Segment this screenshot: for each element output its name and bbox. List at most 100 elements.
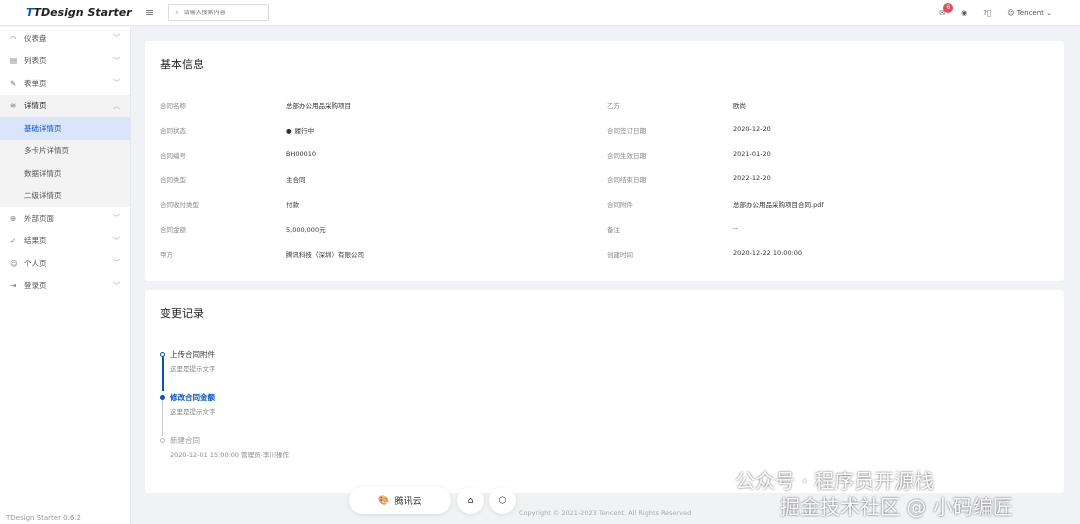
sidebar-item[interactable]: ▤ 列表页 ﹀ [0, 50, 130, 73]
layers-icon: ≋ [10, 101, 17, 111]
check-circle-icon: ✓ [10, 236, 17, 246]
sidebar-item[interactable]: ≋ 详情页 ︿ [0, 94, 130, 117]
tencent-cloud-button[interactable]: 🎨 腾讯云 [349, 487, 451, 514]
dashboard-icon: ◠ [10, 33, 17, 43]
sidebar-item[interactable]: ✓ 结果页 ﹀ [0, 230, 130, 253]
info-row: 合同状态 履行中 [160, 125, 314, 135]
chevron-down-icon: ﹀ [113, 56, 120, 65]
sidebar-item[interactable]: ◠ 仪表盘 ﹀ [0, 27, 130, 50]
store-icon: ⌂ [467, 495, 474, 506]
user-circle-icon: ☺ [10, 258, 18, 268]
info-row: 甲方 腾讯科技（深圳）有限公司 [160, 249, 364, 259]
github-icon[interactable]: ◉ [961, 9, 967, 17]
info-value: 主合同 [286, 176, 306, 185]
sidebar-item-label: 详情页 [24, 101, 47, 111]
edit-icon: ✎ [10, 78, 17, 88]
info-label: 合同签订日期 [607, 126, 646, 135]
footer-copyright: Copyright © 2021-2023 Tencent. All Right… [519, 509, 692, 517]
logout-icon: ⇥ [10, 281, 17, 291]
search-icon: ⌕ [175, 8, 179, 16]
info-row: 合同生效日期 2021-01-20 [607, 150, 771, 160]
settings-icon: ⬡ [498, 495, 507, 506]
mail-icon[interactable]: ✉ 6 [939, 2, 954, 17]
sidebar-subitem[interactable]: 基础详情页 [0, 117, 130, 140]
info-value: -- [733, 224, 738, 232]
info-label: 合同名称 [160, 102, 186, 110]
info-label: 合同状态 [160, 126, 186, 135]
sidebar-item-label: 登录页 [24, 281, 47, 291]
info-value: 履行中 [286, 125, 315, 135]
change-log-card: 变更记录 上传合同附件 这里是提示文字 修改合同金额 这里是提示文字 新建合同 … [145, 290, 1064, 493]
help-icon[interactable]: ?⃝ [983, 9, 991, 17]
chevron-down-icon: ﹀ [113, 281, 120, 290]
sidebar: ◠ 仪表盘 ﹀ ▤ 列表页 ﹀ ✎ 表单页 ﹀ ≋ 详情页 ︿ 基础详情页 多卡片详情页 数据详情页 二级详情… [0, 27, 131, 524]
palette-icon: 🎨 [378, 495, 390, 506]
info-value: BH00010 [286, 149, 317, 158]
version-label: TDesign Starter 0.6.2 [6, 514, 81, 522]
timeline-dot [160, 438, 165, 443]
sidebar-item[interactable]: ☺ 个人页 ﹀ [0, 252, 130, 275]
basic-info-card: 基本信息 合同名称 总部办公用品采购项目合同状态 履行中合同编号 BH00010 合同类… [145, 41, 1064, 281]
info-row: 合同收付类型 付款 [160, 199, 299, 209]
info-row: 合同类型 主合同 [160, 174, 306, 184]
timeline-desc: 2020-12-01 15:00:00 管理员-李川操作 [170, 451, 289, 459]
info-label: 备注 [607, 226, 620, 234]
search-input[interactable] [183, 9, 264, 16]
timeline-title: 修改合同金额 [170, 393, 215, 402]
watermark-line1: 公众号 · 程序员开源栈 [735, 469, 935, 493]
logo[interactable]: TTDesign Starter [0, 6, 132, 19]
chevron-down-icon: ﹀ [113, 236, 120, 245]
store-button[interactable]: ⌂ [457, 487, 484, 514]
info-value[interactable]: 总部办公用品采购项目合同.pdf [733, 199, 824, 209]
sidebar-subitem[interactable]: 数据详情页 [0, 162, 130, 185]
info-label: 创建时间 [607, 250, 633, 259]
info-value: 腾讯科技（深圳）有限公司 [286, 250, 364, 259]
info-row: 创建时间 2020-12-22 10:00:00 [607, 249, 802, 259]
timeline-title: 新建合同 [170, 436, 200, 445]
watermark-line2: 掘金技术社区 @ 小码编匠 [780, 495, 1013, 519]
info-value: 2020-12-20 [733, 124, 771, 133]
info-value: 5,000,000元 [286, 226, 326, 234]
section-title: 变更记录 [160, 307, 204, 320]
chevron-down-icon: ﹀ [113, 259, 120, 268]
sidebar-item-label: 结果页 [24, 236, 47, 246]
info-row: 合同金额 5,000,000元 [160, 224, 326, 234]
info-row: 合同编号 BH00010 [160, 150, 316, 160]
user-menu[interactable]: ☺ Tencent ⌄ [1007, 9, 1052, 17]
info-value: 总部办公用品采购项目 [286, 102, 351, 110]
info-label: 合同附件 [607, 201, 633, 210]
sidebar-item[interactable]: ⊕ 外部页面 ﹀ [0, 207, 130, 230]
sidebar-item-label: 仪表盘 [24, 33, 47, 43]
sidebar-item-label: 表单页 [24, 78, 47, 88]
info-row: 合同结束日期 2022-12-20 [607, 174, 771, 184]
sidebar-item[interactable]: ⇥ 登录页 ﹀ [0, 275, 130, 298]
sidebar-item[interactable]: ✎ 表单页 ﹀ [0, 72, 130, 95]
info-label: 合同编号 [160, 151, 186, 160]
sidebar-item-label: 列表页 [24, 56, 47, 66]
info-value: 欧尚 [733, 102, 746, 110]
section-title: 基本信息 [160, 58, 204, 71]
info-row: 合同名称 总部办公用品采购项目 [160, 100, 351, 110]
info-value: 2021-01-20 [733, 149, 771, 158]
sidebar-subitem[interactable]: 二级详情页 [0, 184, 130, 207]
list-icon: ▤ [10, 56, 18, 66]
info-row: 合同签订日期 2020-12-20 [607, 125, 771, 135]
top-header: TTDesign Starter ≡ ⌕ ✉6 ◉ ?⃝ ☺ Tencent ⌄ [0, 0, 1080, 26]
info-label: 乙方 [607, 102, 620, 110]
info-label: 合同收付类型 [160, 201, 199, 210]
info-row: 乙方 欧尚 [607, 100, 746, 110]
info-value: 2020-12-22 10:00:00 [733, 248, 803, 257]
settings-button[interactable]: ⬡ [489, 487, 516, 514]
info-row: 合同附件 总部办公用品采购项目合同.pdf [607, 199, 824, 209]
info-label: 甲方 [160, 250, 173, 259]
timeline-title: 上传合同附件 [170, 350, 215, 359]
sidebar-item-label: 外部页面 [24, 213, 54, 223]
info-label: 合同类型 [160, 176, 186, 185]
search-box[interactable]: ⌕ [168, 4, 270, 21]
menu-toggle-icon[interactable]: ≡ [145, 6, 154, 19]
timeline-desc: 这里是提示文字 [170, 408, 216, 416]
chevron-up-icon: ︿ [113, 101, 120, 110]
chevron-down-icon: ﹀ [113, 79, 120, 88]
notification-badge: 6 [943, 2, 954, 13]
sidebar-subitem[interactable]: 多卡片详情页 [0, 139, 130, 162]
